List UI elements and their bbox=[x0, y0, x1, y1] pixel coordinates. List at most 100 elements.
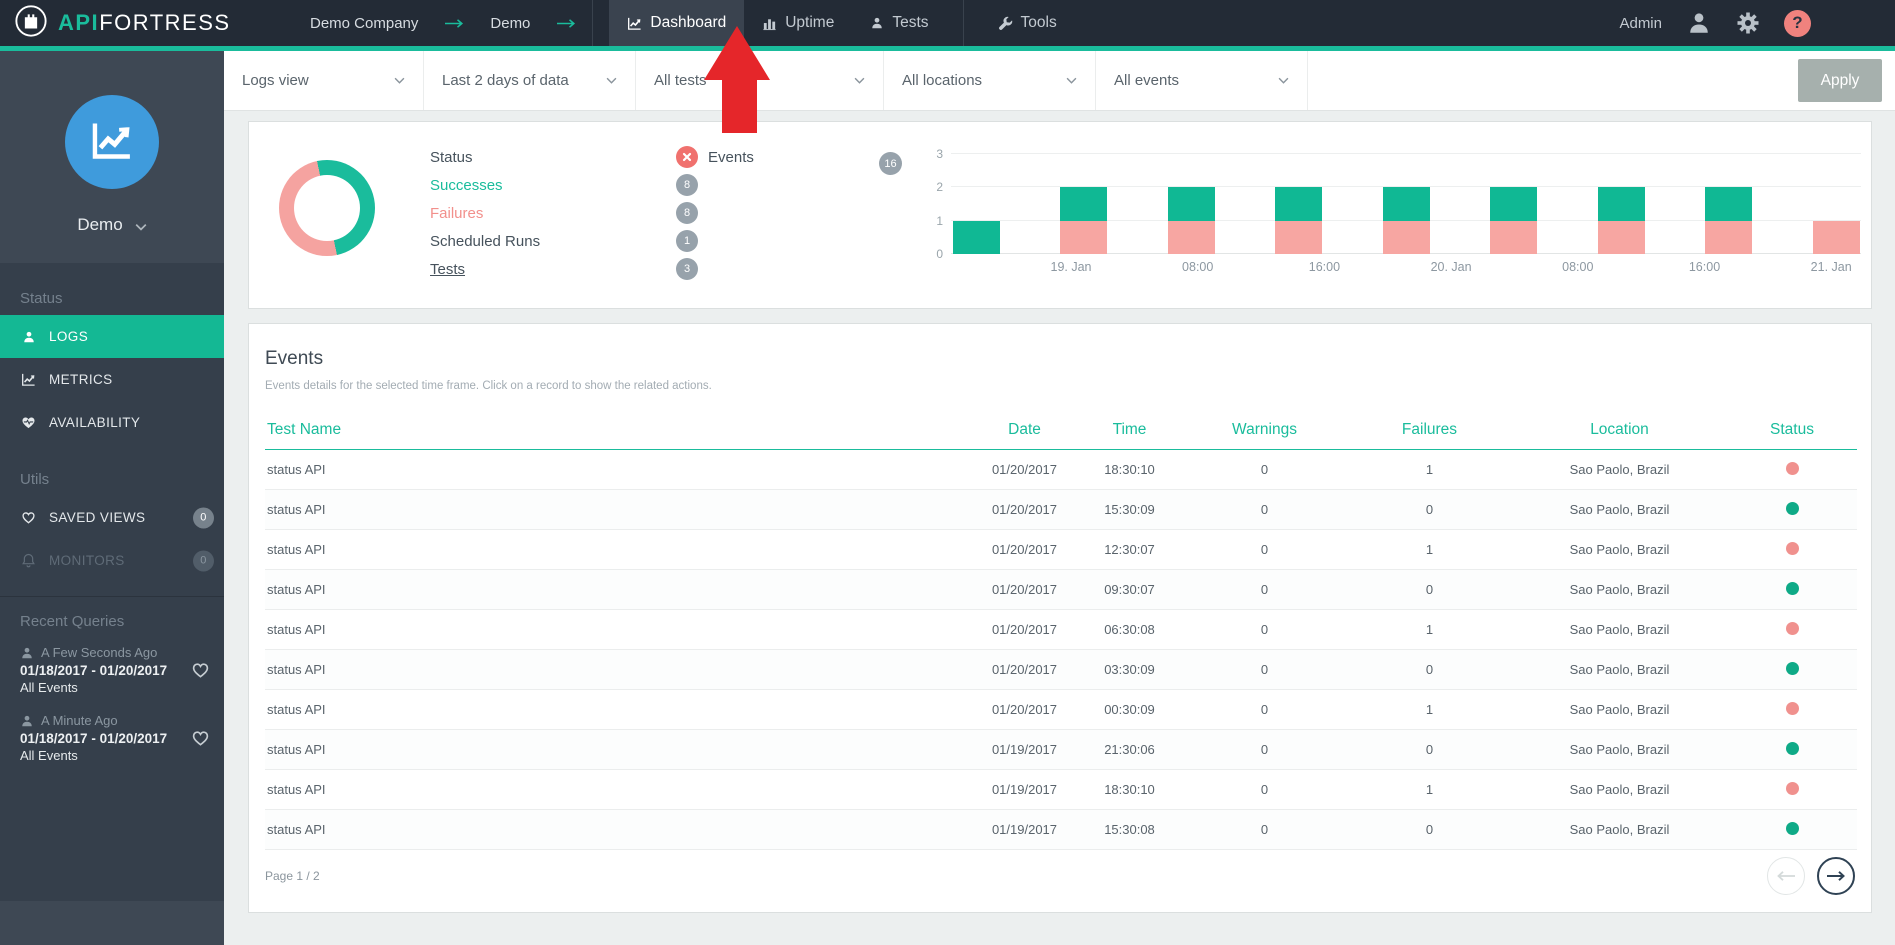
nav-item-dashboard[interactable]: Dashboard bbox=[609, 0, 744, 46]
table-row[interactable]: status API01/20/201718:30:1001Sao Paolo,… bbox=[265, 450, 1857, 490]
cell-warnings: 0 bbox=[1182, 810, 1347, 850]
table-row[interactable]: status API01/20/201715:30:0900Sao Paolo,… bbox=[265, 490, 1857, 530]
legend-label: Scheduled Runs bbox=[430, 233, 676, 250]
chart-gridline bbox=[951, 153, 1861, 154]
help-icon[interactable]: ? bbox=[1784, 10, 1811, 37]
filter-dropdown-timeframe[interactable]: Last 2 days of data bbox=[424, 51, 636, 110]
cell-location: Sao Paolo, Brazil bbox=[1512, 690, 1727, 730]
filter-value: All tests bbox=[654, 72, 707, 89]
sidebar-item-availability[interactable]: AVAILABILITY bbox=[0, 401, 224, 444]
user-icon[interactable] bbox=[1686, 10, 1712, 36]
nav-item-tools[interactable]: Tools bbox=[980, 0, 1075, 46]
cell-test-name: status API bbox=[265, 610, 972, 650]
nav-item-tests[interactable]: Tests bbox=[852, 0, 946, 46]
legend-row-status: Status bbox=[430, 143, 698, 171]
table-row[interactable]: status API01/20/201709:30:0700Sao Paolo,… bbox=[265, 570, 1857, 610]
breadcrumb-project[interactable]: Demo bbox=[490, 15, 530, 32]
favorite-heart-icon[interactable] bbox=[191, 729, 210, 748]
cell-failures: 0 bbox=[1347, 570, 1512, 610]
sidebar-item-logs[interactable]: LOGS bbox=[0, 315, 224, 358]
sidebar-item-metrics[interactable]: METRICS bbox=[0, 358, 224, 401]
legend-badge: 8 bbox=[676, 202, 698, 224]
bar-failures-segment bbox=[1275, 221, 1322, 254]
legend-badge: 1 bbox=[676, 230, 698, 252]
column-header-test-name: Test Name bbox=[265, 412, 972, 450]
sidebar-section-status: Status bbox=[0, 281, 224, 315]
cell-date: 01/20/2017 bbox=[972, 650, 1077, 690]
filter-dropdown-events[interactable]: All events bbox=[1096, 51, 1308, 110]
status-dot-fail bbox=[1786, 462, 1799, 475]
status-dot-pass bbox=[1786, 502, 1799, 515]
cell-failures: 1 bbox=[1347, 530, 1512, 570]
cell-location: Sao Paolo, Brazil bbox=[1512, 610, 1727, 650]
prev-page-button[interactable] bbox=[1767, 857, 1805, 895]
cell-status bbox=[1727, 770, 1857, 810]
cell-failures: 1 bbox=[1347, 610, 1512, 650]
table-row[interactable]: status API01/20/201700:30:0901Sao Paolo,… bbox=[265, 690, 1857, 730]
status-donut-chart bbox=[279, 160, 375, 256]
gear-icon[interactable] bbox=[1736, 11, 1760, 35]
project-avatar[interactable] bbox=[65, 95, 159, 189]
events-bar-chart: 012319. Jan08:0016:0020. Jan08:0016:0021… bbox=[899, 146, 1869, 302]
cell-status bbox=[1727, 690, 1857, 730]
cell-status bbox=[1727, 610, 1857, 650]
bar-failures-segment bbox=[1598, 221, 1645, 254]
table-row[interactable]: status API01/20/201703:30:0900Sao Paolo,… bbox=[265, 650, 1857, 690]
table-row[interactable]: status API01/19/201718:30:1001Sao Paolo,… bbox=[265, 770, 1857, 810]
cell-date: 01/20/2017 bbox=[972, 690, 1077, 730]
recent-query-item[interactable]: A Minute Ago01/18/2017 - 01/20/2017All E… bbox=[0, 704, 224, 772]
filter-dropdown-tests[interactable]: All tests bbox=[636, 51, 884, 110]
project-selector[interactable]: Demo bbox=[0, 215, 224, 235]
favorite-heart-icon[interactable] bbox=[191, 661, 210, 680]
apply-button[interactable]: Apply bbox=[1798, 59, 1882, 102]
bar-successes-segment bbox=[1383, 187, 1430, 220]
bar-failures-segment bbox=[1490, 221, 1537, 254]
filter-dropdown-locations[interactable]: All locations bbox=[884, 51, 1096, 110]
table-row[interactable]: status API01/19/201715:30:0800Sao Paolo,… bbox=[265, 810, 1857, 850]
next-page-button[interactable] bbox=[1817, 857, 1855, 895]
legend-label: Failures bbox=[430, 205, 676, 222]
nav-item-uptime[interactable]: Uptime bbox=[744, 0, 852, 46]
legend-row-successes[interactable]: Successes8 bbox=[430, 171, 698, 199]
cell-date: 01/19/2017 bbox=[972, 810, 1077, 850]
nav-right-group: Admin ? bbox=[1619, 10, 1895, 37]
chevron-down-icon bbox=[606, 77, 617, 84]
apifortress-logo-icon bbox=[14, 4, 48, 43]
tools-label: Tools bbox=[1021, 14, 1057, 32]
cell-time: 18:30:10 bbox=[1077, 770, 1182, 810]
bar-successes-segment bbox=[1275, 187, 1322, 220]
cell-location: Sao Paolo, Brazil bbox=[1512, 810, 1727, 850]
bar-successes-segment bbox=[1490, 187, 1537, 220]
table-row[interactable]: status API01/20/201712:30:0701Sao Paolo,… bbox=[265, 530, 1857, 570]
status-dot-fail bbox=[1786, 622, 1799, 635]
admin-label[interactable]: Admin bbox=[1619, 15, 1662, 32]
breadcrumb-company[interactable]: Demo Company bbox=[310, 15, 418, 32]
nav-divider bbox=[592, 0, 593, 46]
cell-location: Sao Paolo, Brazil bbox=[1512, 530, 1727, 570]
nav-item-label: Dashboard bbox=[650, 14, 726, 32]
brand-name: APIFORTRESS bbox=[58, 10, 231, 36]
recent-query-item[interactable]: A Few Seconds Ago01/18/2017 - 01/20/2017… bbox=[0, 636, 224, 704]
table-row[interactable]: status API01/19/201721:30:0600Sao Paolo,… bbox=[265, 730, 1857, 770]
brand-logo[interactable]: APIFORTRESS bbox=[0, 4, 310, 43]
summary-panel: StatusSuccesses8Failures8Scheduled Runs1… bbox=[248, 121, 1872, 309]
cell-location: Sao Paolo, Brazil bbox=[1512, 490, 1727, 530]
filter-value: Logs view bbox=[242, 72, 309, 89]
sidebar-item-saved-views[interactable]: SAVED VIEWS0 bbox=[0, 496, 224, 539]
legend-row-tests[interactable]: Tests3 bbox=[430, 255, 698, 283]
sidebar-item-label: SAVED VIEWS bbox=[49, 510, 145, 525]
y-axis-tick-label: 3 bbox=[899, 147, 943, 161]
cell-warnings: 0 bbox=[1182, 690, 1347, 730]
legend-badge: 3 bbox=[676, 258, 698, 280]
cell-time: 03:30:09 bbox=[1077, 650, 1182, 690]
legend-label: Status bbox=[430, 149, 676, 166]
filter-value: All events bbox=[1114, 72, 1179, 89]
filter-dropdown-view[interactable]: Logs view bbox=[224, 51, 424, 110]
legend-row-failures[interactable]: Failures8 bbox=[430, 199, 698, 227]
table-row[interactable]: status API01/20/201706:30:0801Sao Paolo,… bbox=[265, 610, 1857, 650]
events-panel-title: Events bbox=[265, 348, 323, 370]
cell-time: 12:30:07 bbox=[1077, 530, 1182, 570]
sidebar-item-monitors[interactable]: MONITORS0 bbox=[0, 539, 224, 582]
bar-failures-segment bbox=[1813, 221, 1860, 254]
chart-plot-area bbox=[951, 154, 1861, 254]
